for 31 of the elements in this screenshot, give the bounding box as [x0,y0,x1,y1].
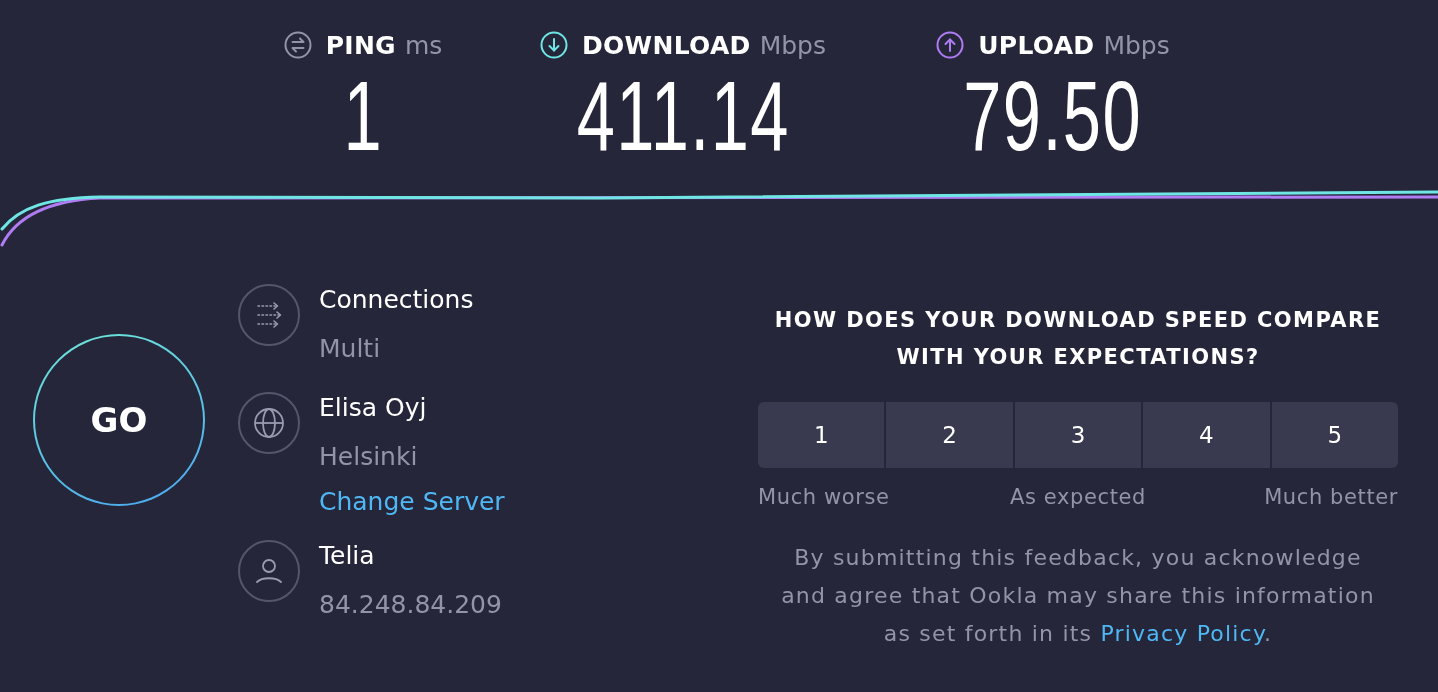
metric-value: 79.50 [963,68,1143,164]
info-subtitle: Helsinki [319,441,418,473]
metric-label: PING [325,30,396,60]
globe-icon [238,392,300,454]
feedback-disclaimer: By submitting this feedback, you acknowledge and agree that Ookla may share this information as set forth in its Privacy Policy. [780,544,1376,648]
metric-value: 1 [343,68,383,164]
rating-button[interactable]: 2 [886,402,1013,468]
scale-label: As expected [1010,484,1146,511]
metric-value: 411.14 [576,68,790,164]
info-title: Connections [319,284,474,316]
rating-button[interactable]: 4 [1143,402,1270,468]
scale-label: Much worse [758,484,890,511]
go-button[interactable]: GO [33,334,205,506]
rating-button[interactable]: 1 [758,402,885,468]
change-server-link[interactable]: Change Server [319,482,505,522]
metric-label: DOWNLOAD [582,30,751,60]
info-title: Elisa Oyj [319,392,427,424]
metric-unit: ms [404,30,443,60]
metric-label: UPLOAD [978,30,1095,60]
person-icon [238,540,300,602]
privacy-policy-link[interactable]: Privacy Policy [1100,621,1264,646]
metric-unit: Mbps [1103,30,1170,60]
rating-button[interactable]: 3 [1014,402,1142,468]
scale-label: Much better [1264,484,1398,511]
info-title: Telia [319,540,375,572]
dotted-arrows-icon [238,284,300,346]
rating-button[interactable]: 5 [1271,402,1398,468]
feedback-question: HOW DOES YOUR DOWNLOAD SPEED COMPARE WITH YOUR EXPECTATIONS? [773,307,1383,371]
info-subtitle: Multi [319,333,381,365]
info-subtitle: 84.248.84.209 [319,589,502,621]
metric-unit: Mbps [759,30,826,60]
